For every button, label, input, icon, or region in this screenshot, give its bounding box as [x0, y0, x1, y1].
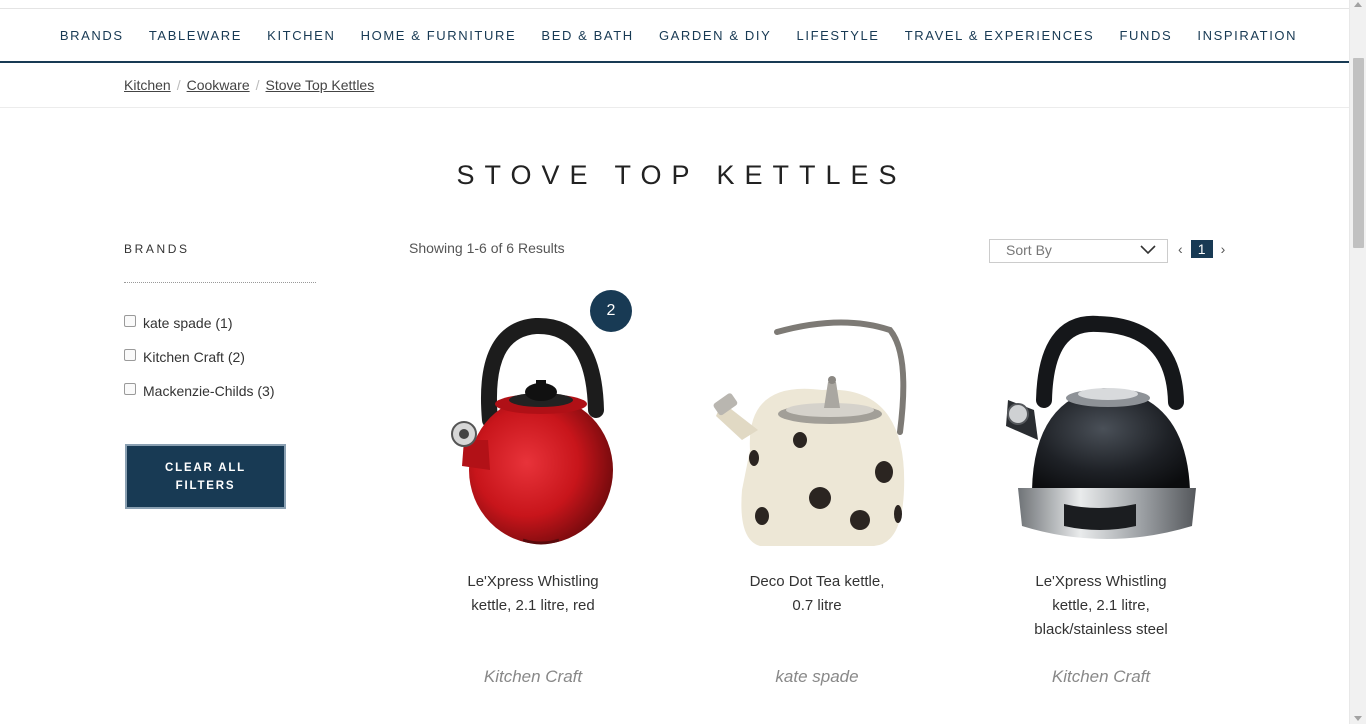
breadcrumb-separator: /	[176, 77, 181, 93]
results-count: Showing 1-6 of 6 Results	[409, 240, 565, 256]
brand-filter-list: kate spade (1) Kitchen Craft (2) Mackenz…	[124, 306, 274, 408]
product-name[interactable]: Le'Xpress Whistling kettle, 2.1 litre, b…	[986, 570, 1216, 650]
filter-checkbox[interactable]	[124, 349, 136, 361]
nav-item-home-furniture[interactable]: HOME & FURNITURE	[361, 28, 517, 43]
product-image-red-whistling-kettle[interactable]	[418, 290, 648, 570]
filter-divider	[124, 282, 316, 283]
page-title: STOVE TOP KETTLES	[456, 160, 907, 190]
nav-item-travel-experiences[interactable]: TRAVEL & EXPERIENCES	[905, 28, 1095, 43]
page-number-current[interactable]: 1	[1190, 240, 1213, 258]
breadcrumb: Kitchen / Cookware / Stove Top Kettles	[124, 77, 374, 93]
breadcrumb-link-stove-top-kettles[interactable]: Stove Top Kettles	[266, 77, 375, 93]
product-name[interactable]: Deco Dot Tea kettle, 0.7 litre	[702, 570, 932, 650]
product-card[interactable]: Deco Dot Tea kettle, 0.7 litre kate spad…	[702, 290, 932, 687]
main-nav: BRANDS TABLEWARE KITCHEN HOME & FURNITUR…	[0, 9, 1349, 63]
filter-option-kate-spade[interactable]: kate spade (1)	[124, 306, 274, 340]
filter-checkbox[interactable]	[124, 315, 136, 327]
nav-item-kitchen[interactable]: KITCHEN	[267, 28, 335, 43]
pagination: ‹ 1 ›	[1175, 240, 1228, 258]
filter-option-mackenzie-childs[interactable]: Mackenzie-Childs (3)	[124, 374, 274, 408]
sort-by-label: Sort By	[1006, 242, 1052, 258]
product-card[interactable]: Le'Xpress Whistling kettle, 2.1 litre, r…	[418, 290, 648, 687]
filter-option-label: kate spade (1)	[143, 315, 233, 331]
product-brand: Kitchen Craft	[1051, 667, 1151, 686]
sort-by-select[interactable]: Sort By	[989, 239, 1168, 263]
clear-all-filters-button[interactable]: CLEAR ALL FILTERS	[125, 444, 286, 509]
product-count-badge: 2	[590, 290, 632, 332]
nav-item-funds[interactable]: FUNDS	[1119, 28, 1172, 43]
nav-item-inspiration[interactable]: INSPIRATION	[1197, 28, 1297, 43]
breadcrumb-divider	[0, 107, 1349, 108]
nav-item-tableware[interactable]: TABLEWARE	[149, 28, 242, 43]
product-name[interactable]: Le'Xpress Whistling kettle, 2.1 litre, r…	[418, 570, 648, 650]
product-image-black-steel-whistling-kettle[interactable]	[986, 290, 1216, 570]
nav-item-brands[interactable]: BRANDS	[60, 28, 124, 43]
chevron-left-icon[interactable]: ‹	[1175, 241, 1186, 257]
product-brand: kate spade	[775, 667, 859, 686]
filter-option-kitchen-craft[interactable]: Kitchen Craft (2)	[124, 340, 274, 374]
breadcrumb-link-cookware[interactable]: Cookware	[187, 77, 250, 93]
scrollbar-thumb[interactable]	[1353, 58, 1364, 248]
product-image-cream-polka-dot-kettle[interactable]	[702, 290, 932, 570]
chevron-down-icon	[1140, 245, 1156, 255]
breadcrumb-link-kitchen[interactable]: Kitchen	[124, 77, 171, 93]
breadcrumb-separator: /	[255, 77, 260, 93]
chevron-right-icon[interactable]: ›	[1218, 241, 1229, 257]
nav-item-lifestyle[interactable]: LIFESTYLE	[797, 28, 880, 43]
scroll-up-arrow-icon[interactable]	[1354, 2, 1362, 7]
product-card[interactable]: Le'Xpress Whistling kettle, 2.1 litre, b…	[986, 290, 1216, 687]
nav-item-bed-bath[interactable]: BED & BATH	[541, 28, 633, 43]
product-brand: Kitchen Craft	[483, 667, 583, 686]
nav-item-garden-diy[interactable]: GARDEN & DIY	[659, 28, 771, 43]
filter-checkbox[interactable]	[124, 383, 136, 395]
page-scrollbar[interactable]	[1349, 0, 1366, 724]
filter-heading-brands: BRANDS	[124, 242, 190, 256]
filter-option-label: Kitchen Craft (2)	[143, 349, 245, 365]
scroll-down-arrow-icon[interactable]	[1354, 716, 1362, 721]
filter-option-label: Mackenzie-Childs (3)	[143, 383, 275, 399]
